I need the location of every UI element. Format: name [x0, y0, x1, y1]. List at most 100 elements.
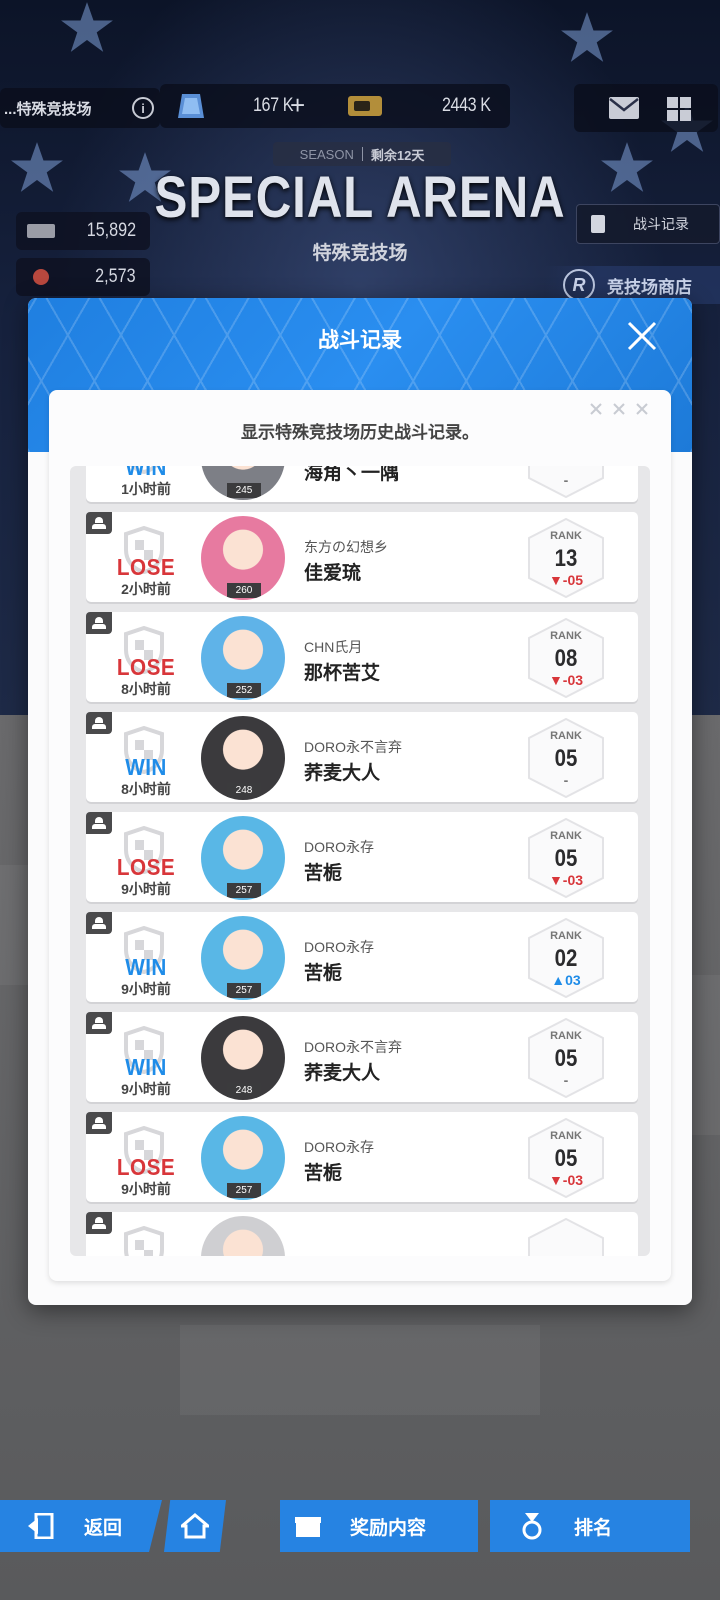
- rank-value: 02: [554, 945, 578, 972]
- modal-title: 战斗记录: [318, 329, 402, 352]
- add-currency-icon[interactable]: +: [290, 90, 305, 121]
- record-row[interactable]: WIN 1小时前 245 海角丶一隅 RANK 13 -: [86, 466, 638, 502]
- rewards-label: 奖励内容: [349, 1517, 426, 1539]
- record-row[interactable]: WIN 9小时前 248 DORO永不言弃 荞麦大人 RANK 05 -: [86, 1012, 638, 1102]
- rank-change: ▲03: [551, 972, 581, 988]
- player-avatar[interactable]: [201, 1216, 285, 1256]
- record-description: 显示特殊竞技场历史战斗记录。: [241, 423, 479, 442]
- battle-time: 8小时前: [121, 681, 171, 697]
- credit-icon: [348, 96, 382, 116]
- season-tag: SEASON 剩余12天: [273, 142, 451, 166]
- player-avatar[interactable]: 257: [201, 1116, 285, 1200]
- battle-record-modal: 战斗记录 显示特殊竞技场历史战斗记录。 WIN 1小时前 245 海角丶一隅 -…: [28, 298, 692, 1305]
- stat-tickets-value: 15,892: [86, 220, 136, 241]
- record-row[interactable]: LOSE 9小时前 257 DORO永存 苦栀 RANK 05 ▼-03: [86, 1112, 638, 1202]
- battle-time: 1小时前: [121, 481, 171, 497]
- currency-bar: 167 K + 2443 K: [160, 84, 510, 128]
- player-level: 248: [227, 1083, 261, 1098]
- player-guild: DORO永存: [304, 839, 374, 855]
- rank-change: ▼-03: [548, 872, 584, 888]
- player-avatar[interactable]: 245: [201, 466, 285, 500]
- rank-change: ▼-03: [548, 1172, 584, 1188]
- rank-value: 05: [554, 1145, 578, 1172]
- rank-value: 05: [554, 1045, 578, 1072]
- player-avatar[interactable]: 257: [201, 816, 285, 900]
- rank-change: -: [563, 772, 569, 788]
- battle-log-button[interactable]: 战斗记录: [576, 204, 720, 244]
- star-decoration: [61, 2, 113, 52]
- arena-header-title: ...特殊竞技场 i: [0, 88, 160, 128]
- user-tag-icon: [86, 912, 112, 934]
- user-tag-icon: [86, 812, 112, 834]
- player-guild: 东方の幻想乡: [304, 539, 388, 555]
- info-icon[interactable]: i: [132, 97, 154, 119]
- home-button[interactable]: [164, 1500, 226, 1552]
- player-avatar[interactable]: 260: [201, 516, 285, 600]
- stat-points: 2,573: [16, 258, 150, 296]
- decoration-icon: [590, 403, 648, 415]
- player-name: 荞麦大人: [304, 763, 381, 784]
- player-level: 245: [227, 483, 261, 498]
- player-name: 那杯苦艾: [304, 663, 381, 684]
- gem-icon: [178, 94, 204, 118]
- rank-value: 05: [554, 845, 578, 872]
- rank-value: 08: [554, 645, 578, 672]
- record-row[interactable]: [86, 1212, 638, 1256]
- stat-points-value: 2,573: [95, 266, 136, 287]
- ticket-icon: [27, 224, 55, 238]
- battle-time: 8小时前: [121, 781, 171, 797]
- exit-icon: [28, 1513, 54, 1539]
- player-name: 佳爱琉: [304, 563, 362, 584]
- battle-result: WIN: [125, 1054, 167, 1080]
- player-avatar[interactable]: 248: [201, 716, 285, 800]
- back-button[interactable]: 返回: [0, 1500, 162, 1552]
- rank-change: ▼-03: [548, 672, 584, 688]
- player-avatar[interactable]: 252: [201, 616, 285, 700]
- currency-credits-value: 2443 K: [442, 95, 491, 116]
- grid-menu-icon[interactable]: [666, 96, 692, 122]
- battle-time: 9小时前: [121, 1081, 171, 1097]
- player-level: 257: [227, 983, 261, 998]
- rewards-button[interactable]: 奖励内容: [280, 1500, 478, 1552]
- header-title-text: ...特殊竞技场: [4, 100, 92, 118]
- player-guild: DORO永不言弃: [304, 739, 402, 755]
- battle-result: WIN: [125, 954, 167, 980]
- player-level: 252: [227, 683, 261, 698]
- star-decoration: [561, 12, 613, 62]
- shop-logo-icon: R: [563, 269, 595, 301]
- top-right-menu: [574, 84, 718, 132]
- player-avatar[interactable]: 248: [201, 1016, 285, 1100]
- player-level: 260: [227, 583, 261, 598]
- record-row[interactable]: WIN 8小时前 248 DORO永不言弃 荞麦大人 RANK 05 -: [86, 712, 638, 802]
- close-icon[interactable]: [624, 318, 660, 354]
- player-level: 257: [227, 883, 261, 898]
- record-list[interactable]: WIN 1小时前 245 海角丶一隅 RANK 13 - LOSE 2小时前 2…: [70, 466, 650, 1256]
- user-tag-icon: [86, 1012, 112, 1034]
- home-icon: [181, 1513, 209, 1539]
- currency-gems-value: 167 K: [253, 95, 294, 116]
- record-row[interactable]: LOSE 9小时前 257 DORO永存 苦栀 RANK 05 ▼-03: [86, 812, 638, 902]
- battle-result: LOSE: [116, 1154, 176, 1180]
- player-name: 苦栀: [304, 863, 343, 884]
- user-tag-icon: [86, 1112, 112, 1134]
- record-row[interactable]: LOSE 8小时前 252 CHN氏月 那杯苦艾 RANK 08 ▼-03: [86, 612, 638, 702]
- stat-tickets: 15,892: [16, 212, 150, 250]
- player-level: 248: [227, 783, 261, 798]
- medal-icon: [33, 269, 49, 285]
- record-row[interactable]: WIN 9小时前 257 DORO永存 苦栀 RANK 02 ▲03: [86, 912, 638, 1002]
- player-avatar[interactable]: 257: [201, 916, 285, 1000]
- record-row[interactable]: LOSE 2小时前 260 东方の幻想乡 佳爱琉 RANK 13 ▼-05: [86, 512, 638, 602]
- rank-label: RANK: [550, 530, 582, 542]
- ranking-label: 排名: [573, 1517, 612, 1539]
- ranking-button[interactable]: 排名: [490, 1500, 690, 1552]
- rank-label: RANK: [550, 1130, 582, 1142]
- battle-time: 2小时前: [121, 581, 171, 597]
- rank-label: RANK: [550, 630, 582, 642]
- mail-icon[interactable]: [608, 96, 640, 120]
- battle-log-label: 战斗记录: [633, 216, 689, 232]
- season-label: SEASON: [299, 146, 354, 162]
- rank-value: 05: [554, 745, 578, 772]
- rank-label: RANK: [550, 830, 582, 842]
- season-remaining: 剩余12天: [370, 147, 425, 163]
- rank-change: ▼-05: [548, 572, 584, 588]
